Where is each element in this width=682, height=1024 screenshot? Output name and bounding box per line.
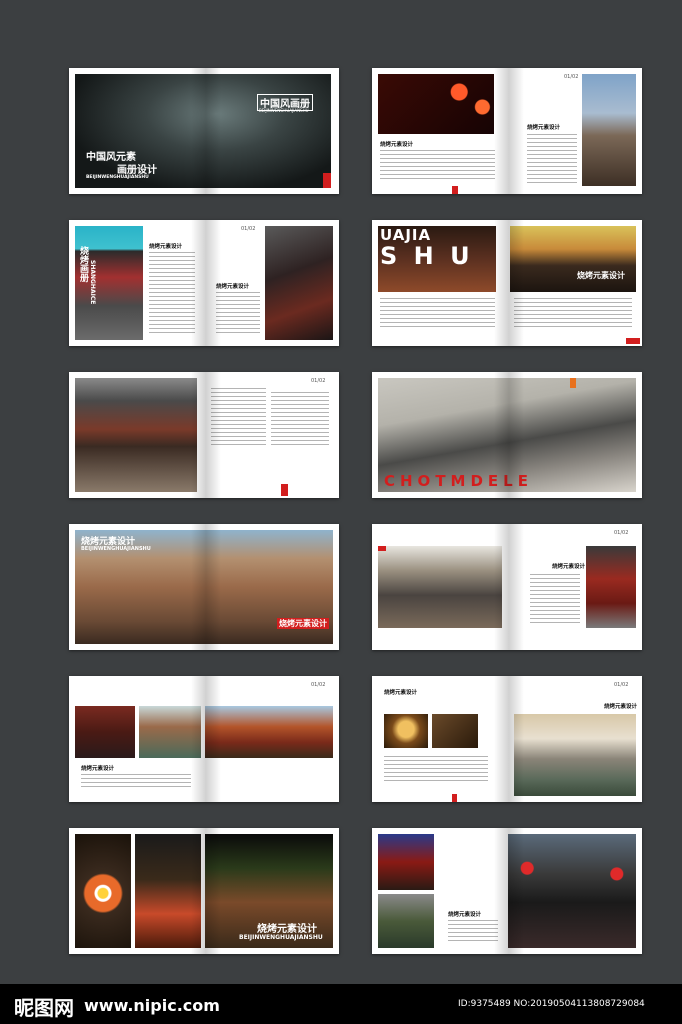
body-text: [530, 574, 580, 624]
spread-canal: 烧烤元素设计 01/02 烧烤元素设计: [372, 676, 642, 802]
site-url: www.nipic.com: [84, 996, 220, 1015]
section-subtitle: BEIJINWENGHUAJIANSHU: [81, 546, 151, 552]
cover-heading-2: 画册设计: [117, 165, 157, 176]
section-title: 烧烤元素设计: [552, 564, 586, 570]
spread-archway: CHOTMDELE: [372, 372, 642, 498]
page-number: 01/02: [311, 378, 326, 384]
spread-rooftops: 01/02 烧烤元素设计: [372, 524, 642, 650]
red-accent: [452, 794, 457, 802]
photo-water-town: [510, 226, 636, 292]
section-title-right: 烧烤元素设计: [216, 284, 250, 290]
photo-caption: 烧烤元素设计: [277, 618, 329, 629]
page-number: 01/02: [241, 226, 256, 232]
red-accent: [452, 186, 458, 194]
body-text: [448, 920, 498, 944]
cover-heading-sub: BEIJINWENGHUAJIANSHU: [86, 175, 149, 180]
section-title-right: 烧烤元素设计: [527, 125, 561, 131]
big-heading: CHOTMDELE: [384, 472, 533, 490]
photo-old-building: [582, 74, 636, 186]
body-text-col1: [211, 388, 266, 446]
body-text: [384, 756, 488, 782]
spread-cover: 中国风画册 BEIJINWENGHUAJIANSHU 中国风元素 画册设计 BE…: [69, 68, 339, 194]
body-text: [149, 252, 195, 334]
site-logo: 昵图网: [14, 996, 74, 1020]
spread-food-night: 烧烤元素设计 BEIJINWENGHUAJIANSHU: [69, 828, 339, 954]
photo-caption: 烧烤元素设计: [577, 271, 625, 280]
body-text: [81, 774, 191, 790]
spread-pagodas: 01/02 烧烤元素设计: [69, 676, 339, 802]
body-text-right: [216, 292, 260, 336]
page-number: 01/02: [614, 530, 629, 536]
spread-red-lanterns: 烧烤元素设计: [372, 828, 642, 954]
photo-village: [378, 894, 434, 948]
image-id: ID:9375489 NO:20190504113808729084: [458, 999, 645, 1009]
orange-accent: [570, 378, 576, 388]
red-accent: [281, 484, 288, 496]
spread-gate: 烧烤画册 SHANGHAICE 烧烤元素设计 01/02 烧烤元素设计: [69, 220, 339, 346]
section-title: 烧烤元素设计: [81, 766, 115, 772]
photo-red-lanterns: [378, 74, 494, 134]
photo-food-plate: [75, 834, 131, 948]
section-title-right: 烧烤元素设计: [604, 704, 638, 710]
vertical-subtitle: SHANGHAICE: [89, 260, 96, 305]
photo-rooftops: [378, 546, 502, 628]
body-text-right: [514, 298, 632, 328]
big-heading-2: S H U: [380, 242, 474, 270]
photo-pagoda: [205, 706, 333, 758]
spread-street-night: UAJIA S H U 烧烤元素设计: [372, 220, 642, 346]
photo-courtyard: [139, 706, 201, 758]
section-title: 烧烤元素设计: [380, 142, 414, 148]
page-number: 01/02: [311, 682, 326, 688]
spread-fold: [494, 68, 524, 194]
spread-fortress: 烧烤元素设计 BEIJINWENGHUAJIANSHU 烧烤元素设计: [69, 524, 339, 650]
spread-lanterns: 烧烤元素设计 01/02 烧烤元素设计: [372, 68, 642, 194]
photo-dragon-sculpture: [75, 74, 331, 188]
photo-temple: [75, 378, 197, 492]
photo-alley: [265, 226, 333, 340]
photo-gate: [75, 226, 143, 340]
spread-temple: 01/02: [69, 372, 339, 498]
photo-roof-detail: [75, 706, 135, 758]
photo-red-temple: [586, 546, 636, 628]
cover-subtitle: BEIJINWENGHUAJIANSHU: [259, 108, 309, 113]
body-text: [380, 150, 495, 182]
section-title: 烧烤元素设计: [257, 924, 317, 935]
section-subtitle: BEIJINWENGHUAJIANSHU: [239, 934, 323, 941]
section-title: 烧烤元素设计: [448, 912, 482, 918]
photo-canal: [514, 714, 636, 796]
body-text: [380, 298, 495, 328]
section-title: 烧烤元素设计: [149, 244, 183, 250]
section-title: 烧烤元素设计: [384, 690, 418, 696]
page-number: 01/02: [564, 74, 579, 80]
red-accent: [626, 338, 640, 344]
photo-lantern-street: [378, 834, 434, 890]
photo-night-pond: [135, 834, 201, 948]
photo-wood-detail: [432, 714, 478, 748]
photo-red-gate: [508, 834, 636, 948]
body-text-right: [527, 134, 577, 186]
body-text-col2: [271, 392, 329, 446]
watermark-bar: 昵图网 www.nipic.com ID:9375489 NO:20190504…: [0, 984, 682, 1024]
photo-lantern-close: [384, 714, 428, 748]
page-number: 01/02: [614, 682, 629, 688]
red-accent: [323, 173, 331, 188]
red-accent: [378, 546, 386, 551]
